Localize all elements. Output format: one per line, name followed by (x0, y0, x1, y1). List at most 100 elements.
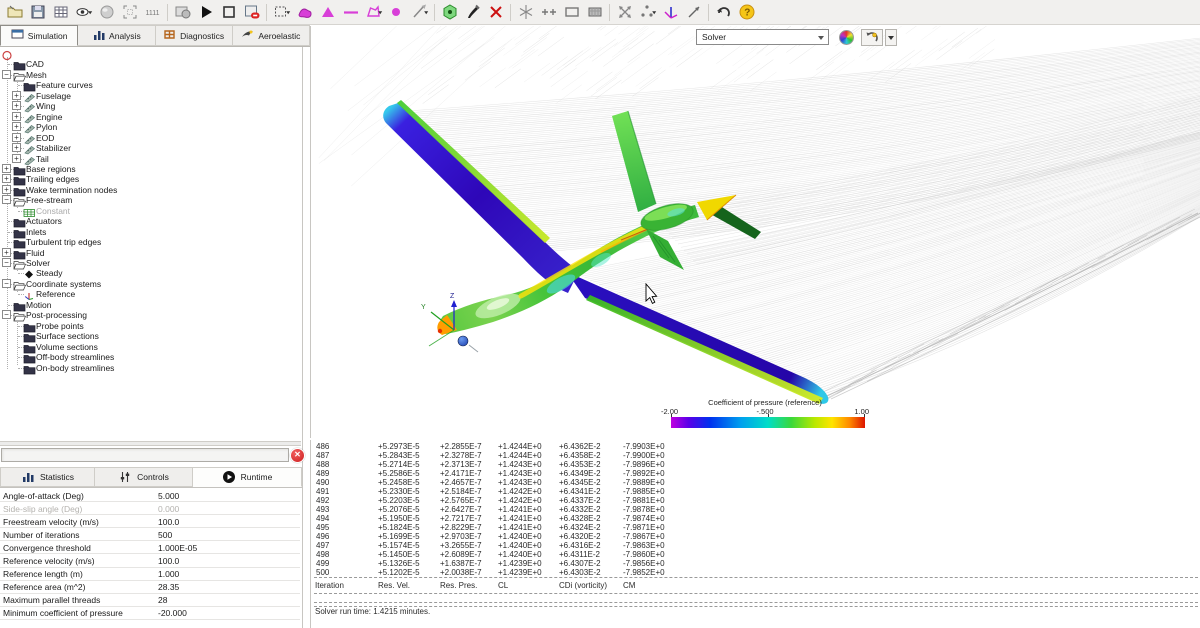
tree-item-label[interactable]: Pylon (36, 122, 57, 132)
tree-expander-plus[interactable]: + (2, 248, 11, 257)
tree-item-label[interactable]: Wing (36, 101, 55, 111)
tree-expander-minus[interactable]: − (2, 258, 11, 267)
parameter-value[interactable]: -20.000 (158, 608, 187, 618)
tree-item-label[interactable]: Coordinate systems (26, 279, 101, 289)
probe-icon[interactable] (461, 2, 484, 23)
tree-item-label[interactable]: On-body streamlines (36, 363, 114, 373)
tree-item-label[interactable]: Wake termination nodes (26, 185, 117, 195)
color-palette-icon[interactable] (839, 30, 854, 45)
abort-icon[interactable] (240, 2, 263, 23)
tree-item-label[interactable]: Engine (36, 112, 62, 122)
display-settings-dropdown[interactable] (885, 29, 897, 46)
undo-icon[interactable] (712, 2, 735, 23)
viewport-3d[interactable]: Z Y Solver Coefficient of pressure (refe… (310, 26, 1200, 438)
tree-item-label[interactable]: Fluid (26, 248, 44, 258)
create-surface-icon[interactable] (293, 2, 316, 23)
tree-expander-plus[interactable]: + (12, 101, 21, 110)
tree-expander-plus[interactable]: + (12, 143, 21, 152)
tree-expander-plus[interactable]: + (2, 185, 11, 194)
tree-item-label[interactable]: Stabilizer (36, 143, 71, 153)
display-settings-button[interactable] (861, 29, 883, 46)
create-line-icon[interactable] (339, 2, 362, 23)
toolbar-separator (507, 2, 514, 23)
tab-simulation[interactable]: Simulation (0, 25, 78, 46)
tree-item-label[interactable]: Steady (36, 268, 62, 278)
tree-item-label[interactable]: Constant (36, 206, 70, 216)
tree-item-label[interactable]: Base regions (26, 164, 76, 174)
fit-view-icon[interactable] (118, 2, 141, 23)
save-icon[interactable] (26, 2, 49, 23)
create-triangle-icon[interactable] (316, 2, 339, 23)
cancel-run-button[interactable]: ✕ (290, 448, 305, 463)
mesh-fill-icon[interactable] (583, 2, 606, 23)
transform-nodes-icon[interactable] (636, 2, 659, 23)
visibility-icon[interactable] (72, 2, 95, 23)
folder-icon (13, 299, 26, 310)
parameter-value[interactable]: 500 (158, 530, 172, 540)
parameter-value[interactable]: 100.0 (158, 556, 179, 566)
parameter-label: Number of iterations (3, 530, 80, 540)
tree-item-label[interactable]: Feature curves (36, 80, 93, 90)
tree-item-label[interactable]: CAD (26, 59, 44, 69)
measure-icon[interactable] (682, 2, 705, 23)
mesh-refine-icon[interactable] (537, 2, 560, 23)
tree-expander-minus[interactable]: − (2, 279, 11, 288)
tab-diagnostics[interactable]: Diagnostics (156, 25, 233, 46)
transform-axes-icon[interactable] (659, 2, 682, 23)
open-icon[interactable] (3, 2, 26, 23)
parameter-value[interactable]: 1.000E-05 (158, 543, 197, 553)
sphere-shading-icon[interactable] (95, 2, 118, 23)
tree-item-label[interactable]: Trailing edges (26, 174, 79, 184)
scene-mode-dropdown[interactable]: Solver (696, 29, 829, 45)
tree-item-label[interactable]: Motion (26, 300, 52, 310)
create-polyline-icon[interactable] (362, 2, 385, 23)
tree-item-label[interactable]: Probe points (36, 321, 84, 331)
tab-runtime[interactable]: Runtime (193, 467, 302, 487)
create-volume-icon[interactable] (438, 2, 461, 23)
snapshot-icon[interactable] (171, 2, 194, 23)
stop-icon[interactable] (217, 2, 240, 23)
tree-item-label[interactable]: Turbulent trip edges (26, 237, 101, 247)
parameter-value[interactable]: 5.000 (158, 491, 179, 501)
transform-scale-icon[interactable] (613, 2, 636, 23)
help-icon[interactable]: ? (735, 2, 758, 23)
tree-expander-plus[interactable]: + (12, 112, 21, 121)
run-solver-icon[interactable] (194, 2, 217, 23)
parameter-value[interactable]: 28 (158, 595, 167, 605)
tree-item-label[interactable]: EOD (36, 133, 54, 143)
tree-expander-plus[interactable]: + (2, 174, 11, 183)
units-icon[interactable]: 1111 (141, 2, 164, 23)
tab-controls[interactable]: Controls (95, 467, 193, 487)
tree-item-label[interactable]: Surface sections (36, 331, 99, 341)
tree-expander-plus[interactable]: + (12, 133, 21, 142)
create-point-icon[interactable] (385, 2, 408, 23)
parameter-value[interactable]: 0.000 (158, 504, 179, 514)
tree-expander-minus[interactable]: − (2, 310, 11, 319)
parameter-value[interactable]: 100.0 (158, 517, 179, 527)
create-slope-icon[interactable] (408, 2, 431, 23)
tree-item-label[interactable]: Tail (36, 154, 49, 164)
select-region-icon[interactable] (270, 2, 293, 23)
tree-item-label[interactable]: Off-body streamlines (36, 352, 114, 362)
tree-expander-plus[interactable]: + (12, 154, 21, 163)
tree-expander-plus[interactable]: + (12, 122, 21, 131)
grid-view-icon[interactable] (49, 2, 72, 23)
tab-analysis[interactable]: Analysis (78, 25, 155, 46)
tab-statistics[interactable]: Statistics (0, 467, 95, 487)
tree-expander-plus[interactable]: + (2, 164, 11, 173)
tree-item-label[interactable]: Fuselage (36, 91, 71, 101)
tree-item-label[interactable]: Actuators (26, 216, 62, 226)
parameter-value[interactable]: 28.35 (158, 582, 179, 592)
parameter-value[interactable]: 1.000 (158, 569, 179, 579)
mesh-node-icon[interactable] (514, 2, 537, 23)
tree-expander-minus[interactable]: − (2, 195, 11, 204)
tree-expander-minus[interactable]: − (2, 70, 11, 79)
mesh-rect-icon[interactable] (560, 2, 583, 23)
tab-aeroelastic[interactable]: Aeroelastic (233, 25, 310, 46)
tree-expander-plus[interactable]: + (12, 91, 21, 100)
tree-item-label[interactable]: Reference (36, 289, 75, 299)
scene-canvas[interactable]: Z Y (311, 26, 1200, 438)
delete-icon[interactable] (484, 2, 507, 23)
tree-item-label[interactable]: Volume sections (36, 342, 98, 352)
tree-item-label[interactable]: Inlets (26, 227, 46, 237)
